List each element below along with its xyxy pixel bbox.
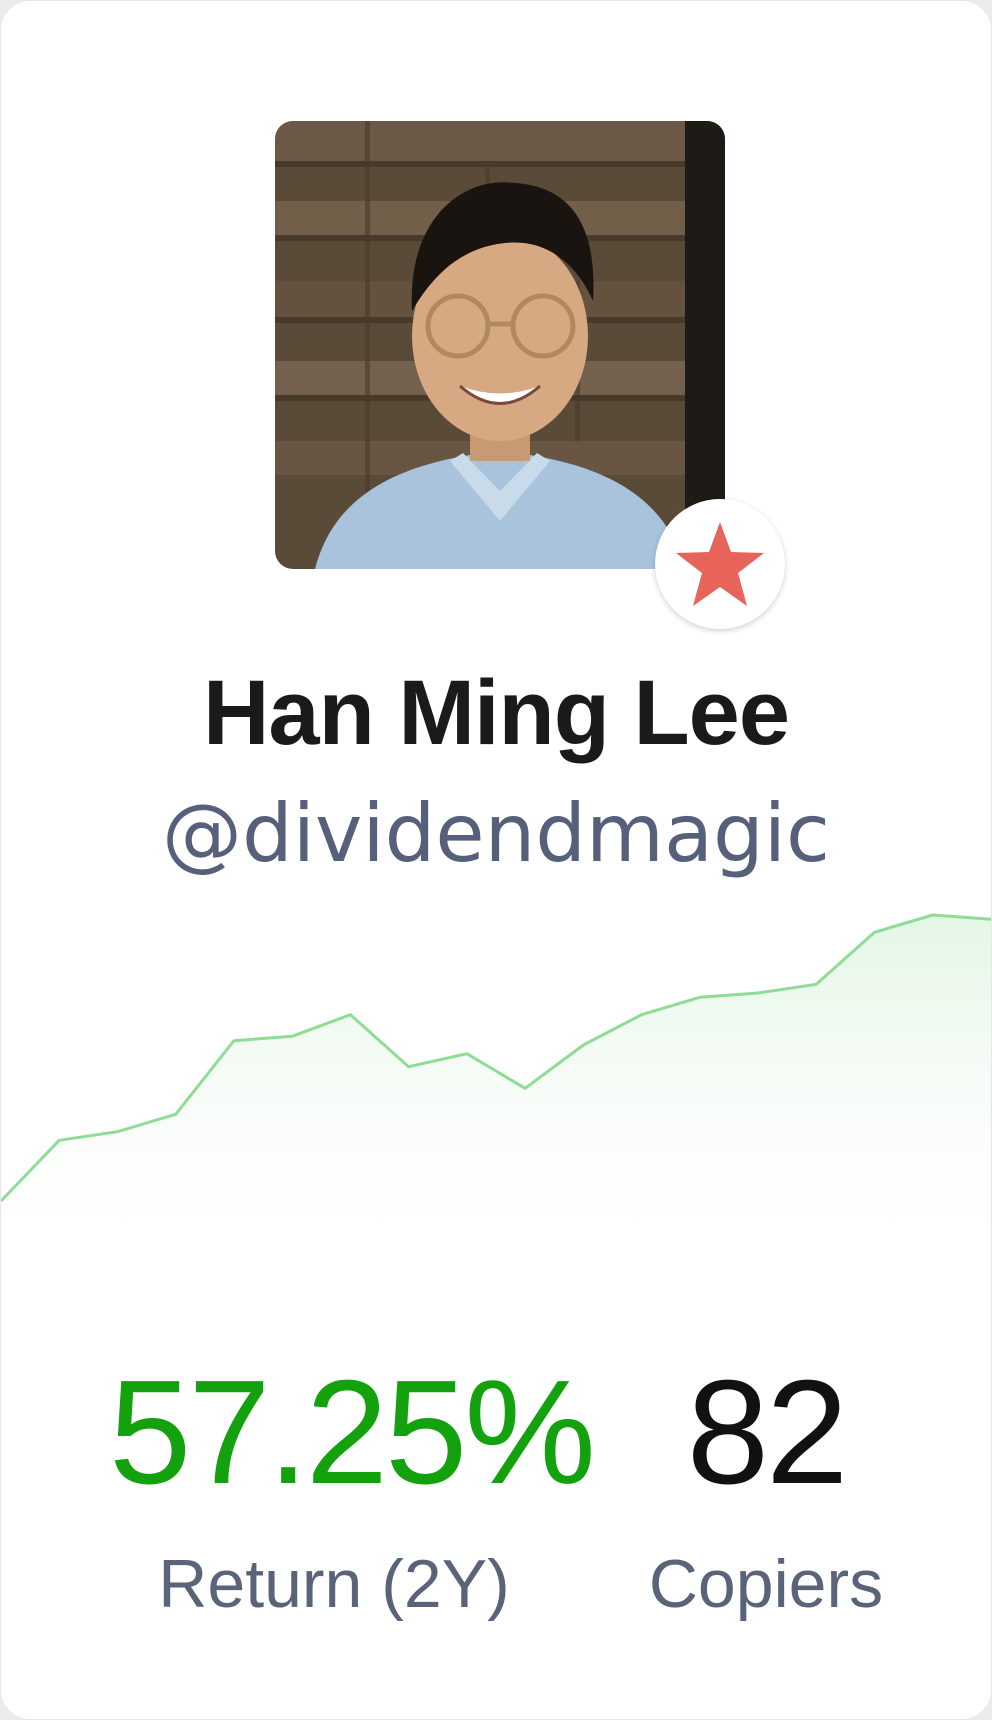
avatar-container — [275, 121, 785, 629]
star-badge — [655, 499, 785, 629]
copiers-label: Copiers — [648, 1546, 884, 1622]
chart-area-fill — [1, 915, 991, 1301]
performance-chart — [1, 913, 991, 1301]
trader-handle: @dividendmagic — [161, 787, 830, 880]
avatar[interactable] — [275, 121, 725, 569]
copiers-value: 82 — [686, 1350, 849, 1515]
return-stat: 57.25% Return (2Y) — [109, 1350, 596, 1623]
star-icon — [676, 522, 764, 606]
trader-card[interactable]: Han Ming Lee @dividendmagic 57.25% Retur… — [0, 0, 992, 1720]
copiers-stat: 82 Copiers — [621, 1359, 911, 1623]
return-label: Return (2Y) — [158, 1546, 510, 1622]
return-value: 57.25% — [109, 1350, 596, 1515]
trader-name[interactable]: Han Ming Lee — [1, 661, 991, 766]
